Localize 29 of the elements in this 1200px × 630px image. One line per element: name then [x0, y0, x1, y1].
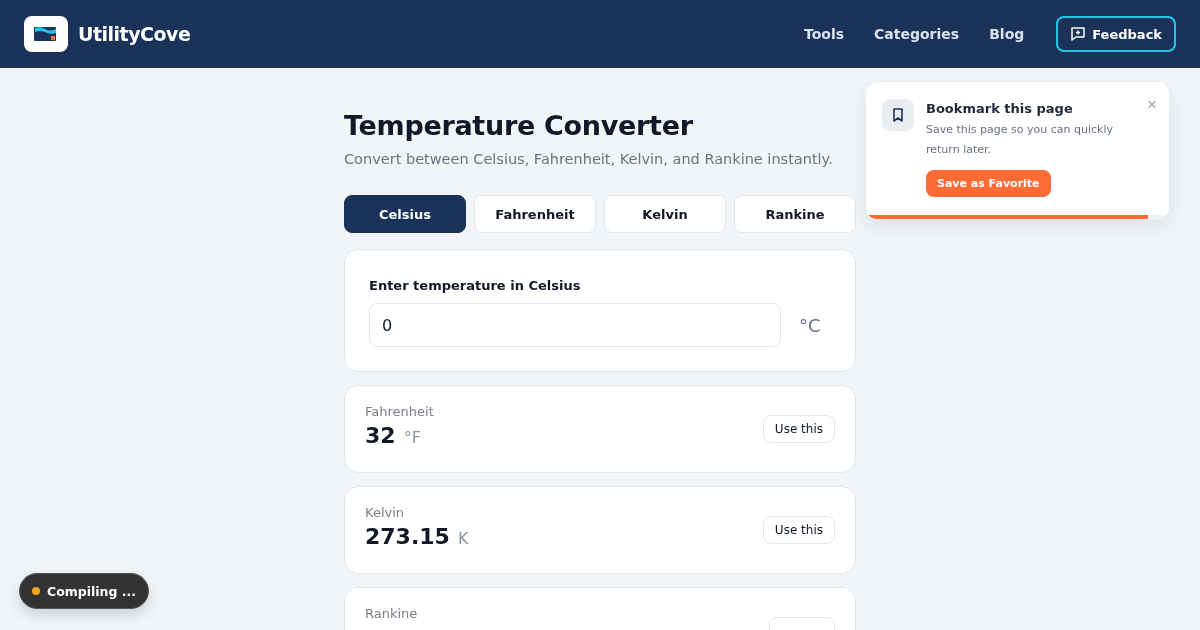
unit-label: °C: [799, 314, 822, 336]
status-label: Compiling ...: [47, 583, 137, 599]
result-name: Fahrenheit: [365, 404, 434, 419]
feedback-button[interactable]: Feedback: [1056, 16, 1176, 52]
unit-tab[interactable]: Fahrenheit: [474, 195, 596, 233]
use-button[interactable]: Use this: [762, 516, 835, 544]
input-label: Enter temperature in Celsius: [369, 278, 582, 293]
unit-tab[interactable]: Kelvin: [604, 195, 726, 233]
result-unit: K: [457, 529, 469, 548]
logo-icon: [24, 16, 68, 52]
nav-link[interactable]: Blog: [989, 26, 1025, 42]
nav-link[interactable]: Categories: [874, 26, 960, 42]
result-value: 273.15: [365, 524, 450, 549]
result-value: 32: [365, 423, 396, 448]
unit-tab[interactable]: Celsius: [344, 195, 466, 233]
result-unit: °F: [403, 428, 421, 447]
page-title: Temperature Converter: [344, 110, 694, 141]
unit-tab[interactable]: Rankine: [734, 195, 856, 233]
use-button[interactable]: Use this: [762, 415, 835, 443]
page-subtitle: Convert between Celsius, Fahrenheit, Kelvin, and Rankine instantly.: [344, 151, 834, 167]
brand-name[interactable]: UtilityCove: [78, 23, 191, 45]
comment-icon: [1070, 26, 1087, 42]
toast-message: Save this page so you can quickly return later.: [926, 122, 1114, 158]
bookmark-icon: [882, 99, 914, 131]
toast-title: Bookmark this page: [926, 101, 1074, 116]
temperature-input[interactable]: 0: [369, 303, 781, 347]
result-name: Rankine: [365, 606, 418, 621]
nav-link[interactable]: Tools: [804, 26, 845, 42]
result-name: Kelvin: [365, 505, 406, 520]
